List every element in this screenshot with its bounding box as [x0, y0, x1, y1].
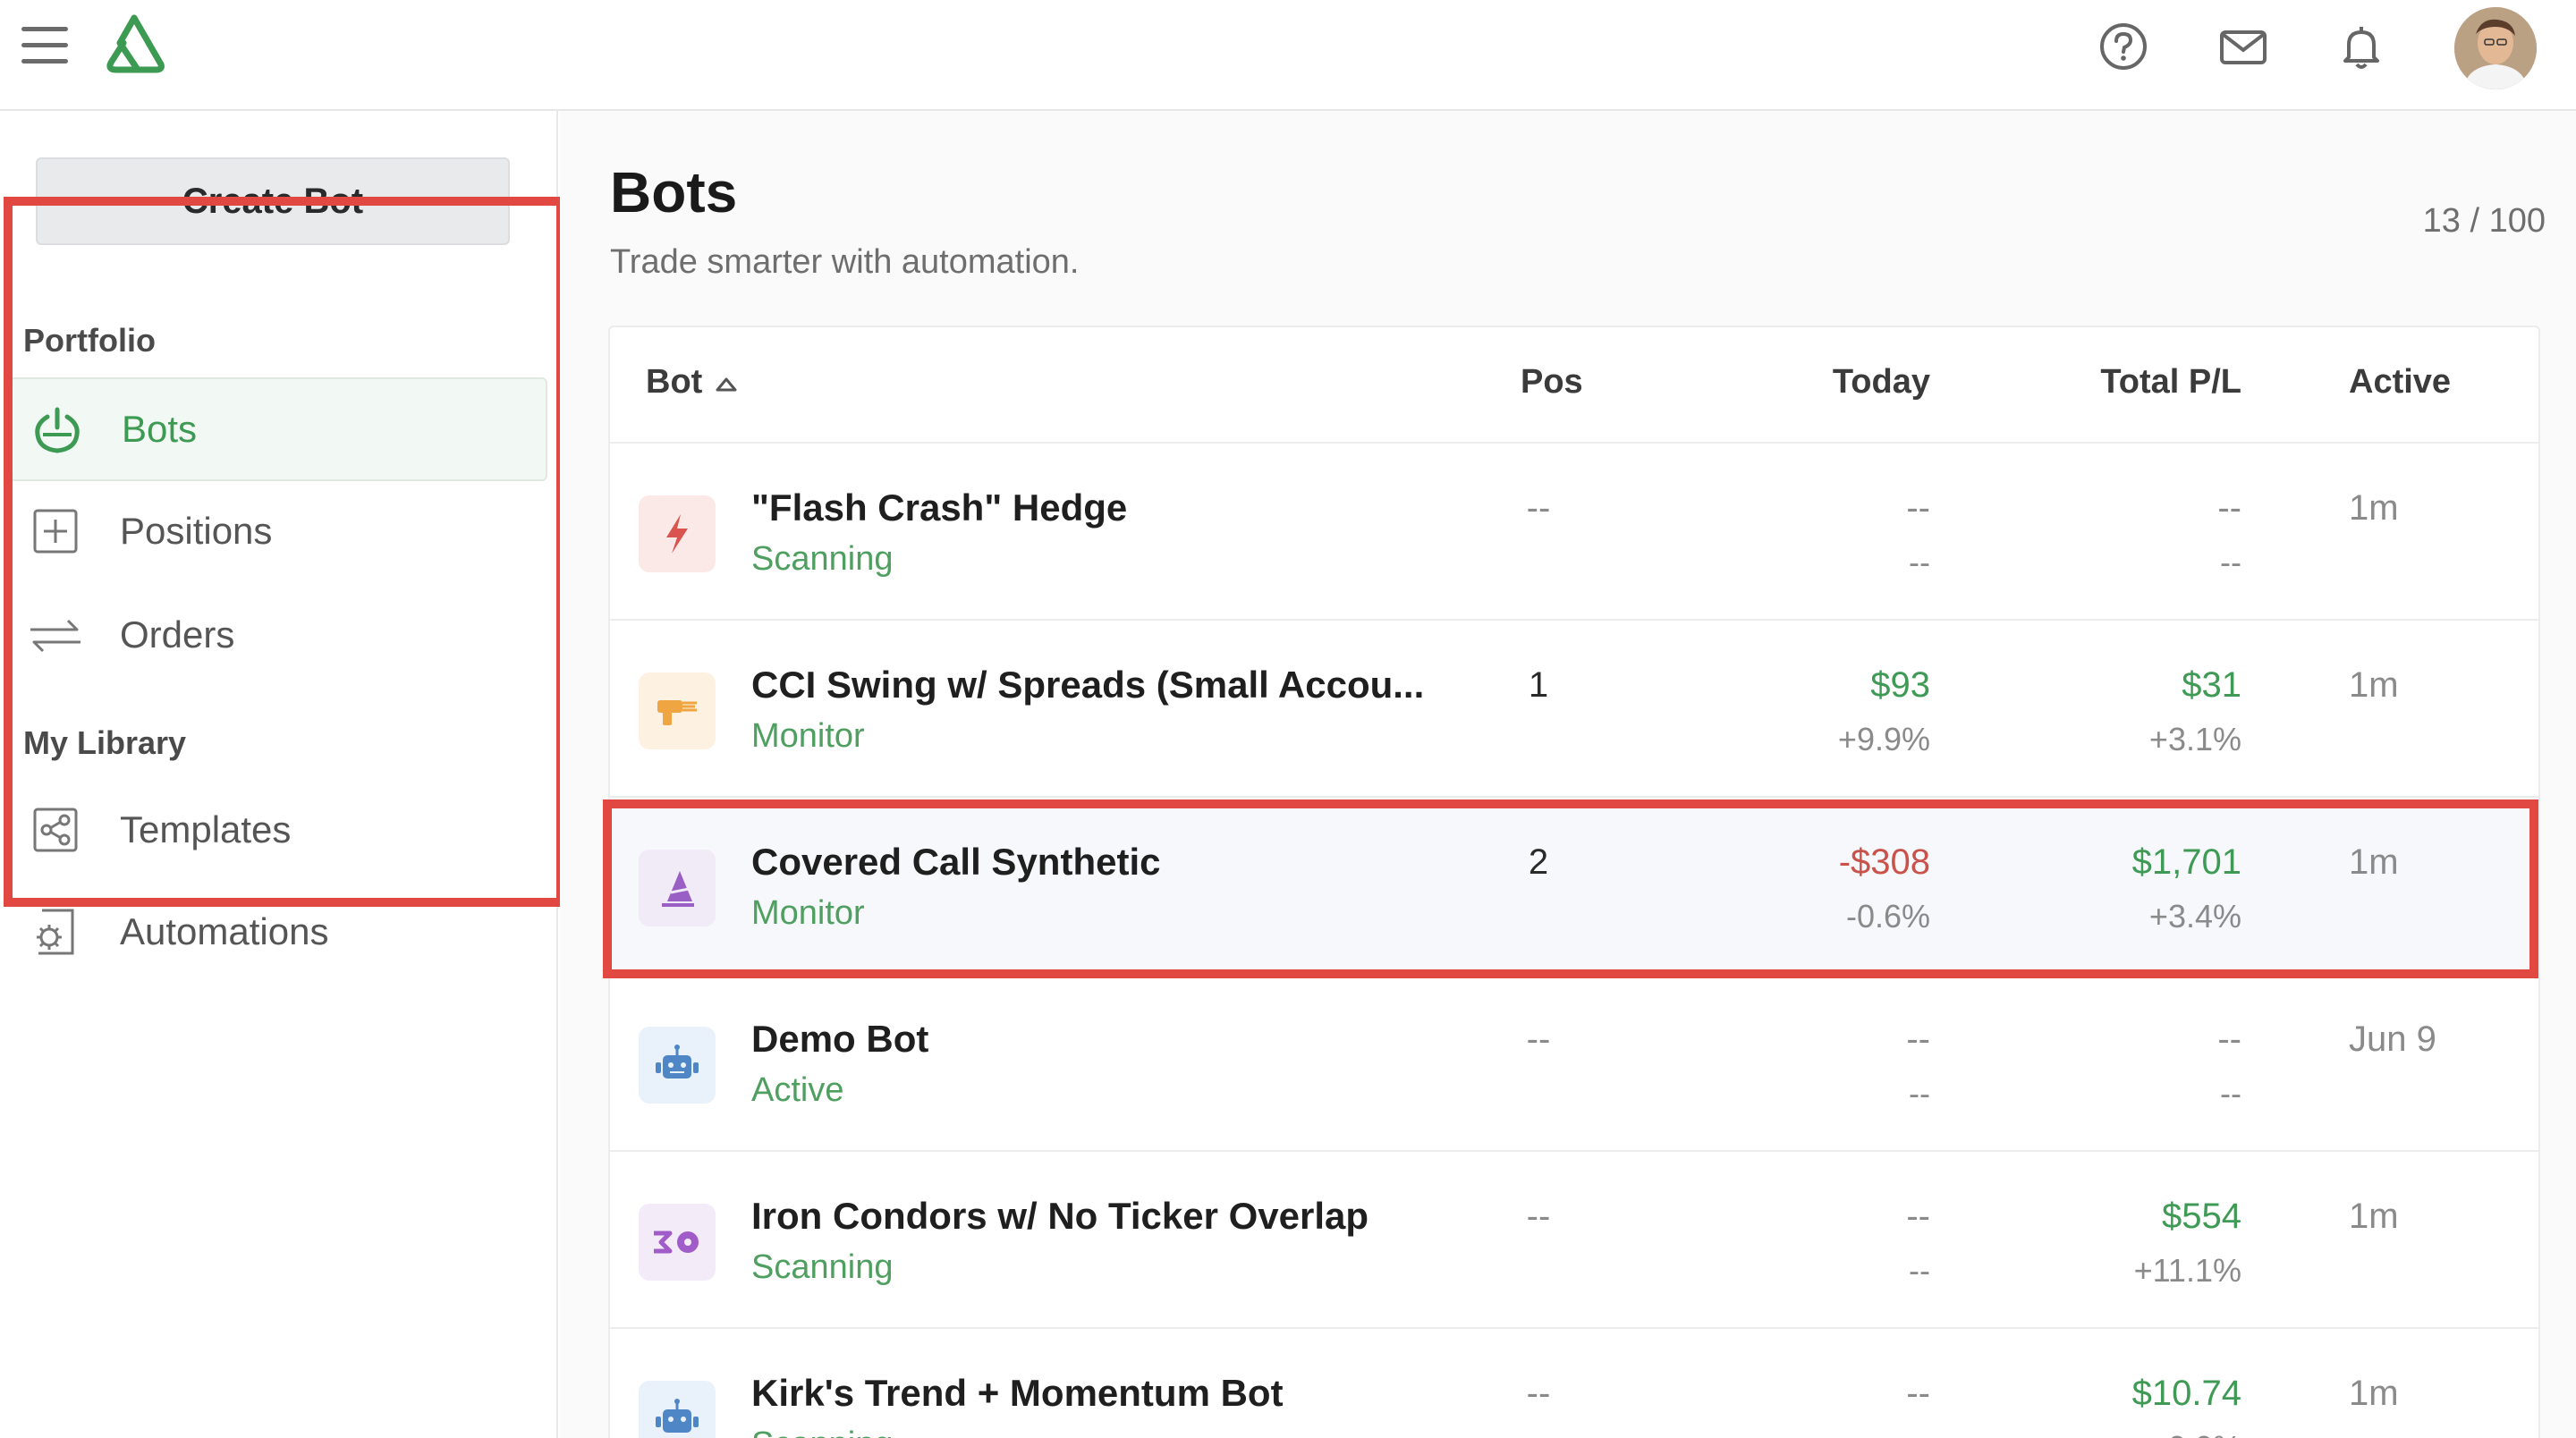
table-row[interactable]: "Flash Crash" Hedge Scanning -- -- -- --… [610, 444, 2538, 621]
today-percent: +9.9% [1837, 721, 1930, 757]
column-header-bot[interactable]: Bot [646, 363, 738, 402]
table-row[interactable]: CCI Swing w/ Spreads (Small Accou... Mon… [610, 621, 2538, 798]
today-percent: -- [1909, 1075, 1930, 1112]
bot-name[interactable]: Kirk's Trend + Momentum Bot [751, 1372, 1284, 1415]
main-content: Bots Trade smarter with automation. 13 /… [560, 111, 2576, 1438]
bot-status: Scanning [751, 540, 894, 578]
total-percent: +11.1% [2133, 1252, 2241, 1289]
table-row[interactable]: Demo Bot Active -- -- -- -- -- Jun 9 [610, 975, 2538, 1152]
total-percent: -- [2220, 544, 2241, 580]
pos-value: -- [1526, 1374, 1551, 1413]
bell-icon[interactable] [2334, 20, 2388, 73]
total-percent: -- [2220, 1075, 2241, 1112]
total-percent: +3.1% [2148, 721, 2241, 757]
total-value: $554 [2162, 1197, 2241, 1236]
bot-name[interactable]: Demo Bot [751, 1018, 928, 1061]
pos-value: -- [1526, 488, 1551, 528]
bot-name[interactable]: Iron Condors w/ No Ticker Overlap [751, 1195, 1368, 1238]
bot-name[interactable]: "Flash Crash" Hedge [751, 486, 1127, 529]
today-value: $93 [1870, 665, 1930, 705]
total-value: -- [2217, 1019, 2241, 1059]
today-value: -- [1906, 488, 1930, 528]
condor-icon [639, 1204, 716, 1281]
bot-name[interactable]: CCI Swing w/ Spreads (Small Accou... [751, 664, 1424, 706]
hamburger-menu-icon[interactable] [21, 27, 68, 66]
robot-icon [639, 1027, 716, 1104]
active-value: 1m [2349, 488, 2399, 528]
today-percent: -- [1909, 1252, 1930, 1289]
total-percent: +0.0% [2149, 1429, 2241, 1438]
app-logo-icon[interactable] [98, 13, 170, 75]
mail-icon[interactable] [2216, 20, 2270, 73]
active-value: 1m [2349, 1197, 2399, 1236]
total-value: -- [2217, 488, 2241, 528]
gear-doc-icon [27, 903, 84, 960]
sidebar-highlight-box [4, 197, 565, 907]
robot-icon [639, 1381, 716, 1438]
sidebar-item-label: Automations [120, 910, 329, 952]
today-value: -- [1906, 1374, 1930, 1413]
active-value: Jun 9 [2349, 1019, 2436, 1059]
help-icon[interactable] [2097, 20, 2150, 73]
column-header-active[interactable]: Active [2349, 363, 2451, 402]
pos-value: -- [1526, 1019, 1551, 1059]
active-value: 1m [2349, 1374, 2399, 1413]
page-subtitle: Trade smarter with automation. [610, 243, 1080, 281]
table-row[interactable]: Kirk's Trend + Momentum Bot Scanning -- … [610, 1329, 2538, 1438]
column-header-total-pl[interactable]: Total P/L [2100, 363, 2241, 402]
today-value: -- [1906, 1019, 1930, 1059]
table-row[interactable]: Iron Condors w/ No Ticker Overlap Scanni… [610, 1152, 2538, 1329]
today-value: -- [1906, 1197, 1930, 1236]
pos-value: -- [1526, 1197, 1551, 1236]
column-header-today[interactable]: Today [1833, 363, 1930, 402]
bot-status: Monitor [751, 717, 865, 755]
table-header: Bot Pos Today Total P/L Active [610, 327, 2538, 444]
bot-count: 13 / 100 [2422, 202, 2546, 240]
avatar[interactable] [2454, 7, 2537, 89]
lightning-icon [639, 495, 716, 572]
today-percent: -- [1909, 544, 1930, 580]
total-value: $10.74 [2131, 1374, 2241, 1413]
total-value: $31 [2182, 665, 2241, 705]
top-bar [0, 0, 2576, 111]
pos-value: 1 [1528, 665, 1549, 705]
row-highlight-box [603, 799, 2538, 978]
bot-status: Active [751, 1071, 844, 1109]
sort-up-icon [715, 364, 738, 402]
bot-status: Scanning [751, 1425, 893, 1438]
active-value: 1m [2349, 665, 2399, 705]
bot-status: Scanning [751, 1248, 894, 1286]
drill-icon [639, 672, 716, 749]
column-header-pos[interactable]: Pos [1521, 363, 1583, 402]
page-title: Bots [610, 160, 738, 224]
